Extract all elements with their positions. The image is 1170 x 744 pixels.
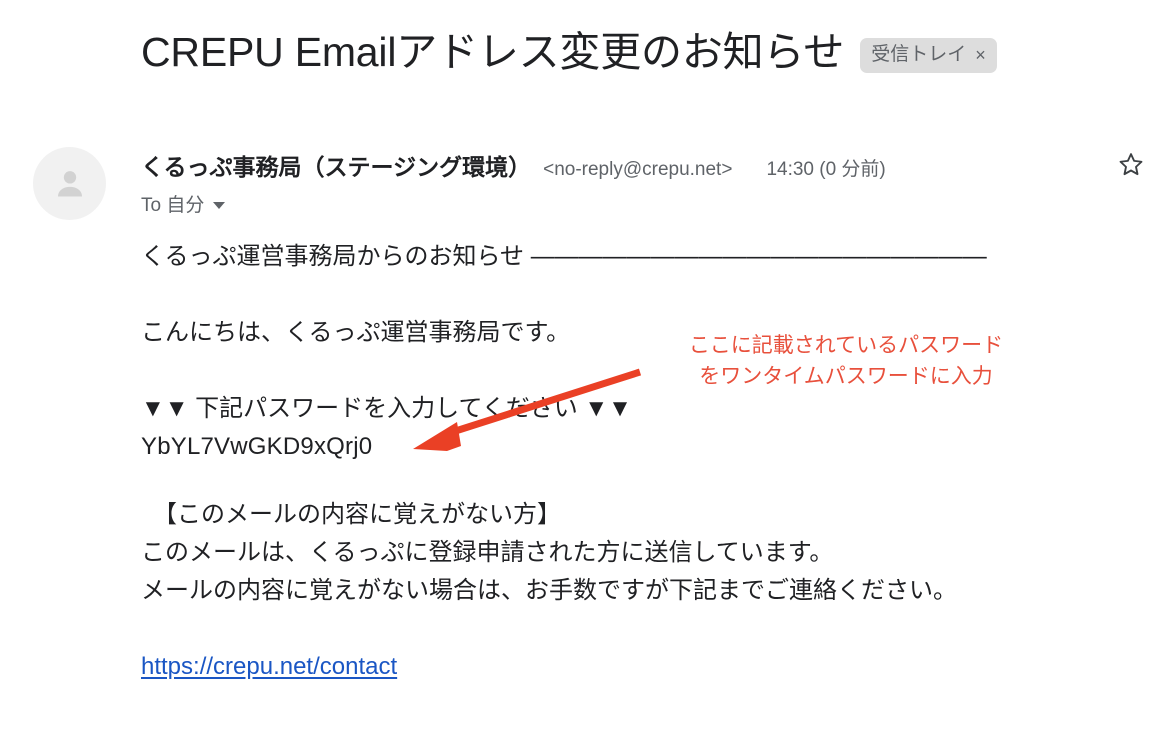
chevron-down-icon (213, 201, 226, 209)
body-line-greeting: こんにちは、くるっぷ運営事務局です。 (141, 319, 571, 346)
message-body: くるっぷ運営事務局からのお知らせ ——————————————————— こんに… (141, 238, 1130, 684)
label-chip-label: 受信トレイ (871, 43, 967, 65)
subject-row: CREPU Emailアドレス変更のお知らせ 受信トレイ × (141, 26, 1130, 78)
message-timestamp: 14:30 (0 分前) (766, 159, 886, 180)
avatar[interactable] (33, 147, 106, 220)
label-chip-inbox[interactable]: 受信トレイ × (860, 37, 997, 73)
body-line-notice: くるっぷ運営事務局からのお知らせ ——————————————————— (141, 243, 987, 270)
recipient-label: To 自分 (141, 195, 205, 216)
body-line-disclaimer-heading: 【このメールの内容に覚えがない方】 (153, 501, 561, 528)
star-outline-icon (1116, 150, 1146, 185)
star-button[interactable] (1114, 150, 1148, 184)
body-line-disclaimer-1: このメールは、くるっぷに登録申請された方に送信しています。 (141, 539, 834, 566)
person-icon (50, 164, 90, 204)
password-value: YbYL7VwGKD9xQrj0 (141, 433, 373, 460)
contact-link-row: https://crepu.net/contact (141, 650, 1130, 684)
close-icon[interactable]: × (975, 46, 986, 64)
body-line-disclaimer-2: メールの内容に覚えがない場合は、お手数ですが下記までご連絡ください。 (141, 577, 957, 604)
sender-row: くるっぷ事務局（ステージング環境） <no-reply@crepu.net> 1… (141, 148, 1140, 182)
contact-link[interactable]: https://crepu.net/contact (141, 653, 397, 680)
sender-address[interactable]: <no-reply@crepu.net> (543, 159, 732, 181)
page-title: CREPU Emailアドレス変更のお知らせ (141, 29, 845, 75)
body-line-password-prompt: ▼▼ 下記パスワードを入力してください ▼▼ (141, 395, 632, 422)
recipient-dropdown[interactable]: To 自分 (141, 190, 226, 217)
sender-name[interactable]: くるっぷ事務局（ステージング環境） (141, 148, 531, 182)
